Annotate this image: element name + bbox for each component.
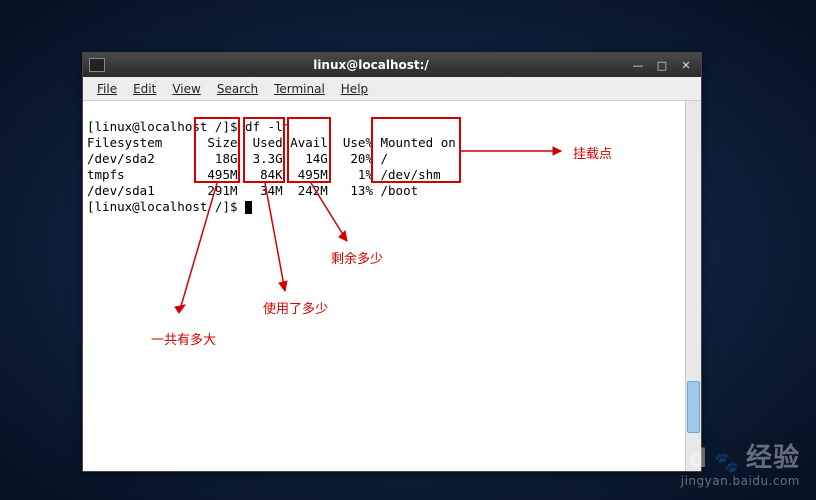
label-used: 使用了多少 <box>263 298 328 317</box>
watermark-brand: Baid <box>639 444 708 474</box>
scrollbar[interactable] <box>685 101 701 471</box>
cursor-icon <box>245 201 252 214</box>
terminal-area[interactable]: [linux@localhost /]$ df -lh Filesystem S… <box>83 101 701 471</box>
line-row2: tmpfs 495M 84K 495M 1% /dev/shm <box>87 167 441 182</box>
terminal-icon <box>89 58 105 72</box>
line-header: Filesystem Size Used Avail Use% Mounted … <box>87 135 456 150</box>
menu-view[interactable]: View <box>164 80 208 98</box>
menu-search[interactable]: Search <box>209 80 266 98</box>
line-prompt1: [linux@localhost /]$ df -lh <box>87 119 290 134</box>
menu-terminal[interactable]: Terminal <box>266 80 333 98</box>
scrollbar-thumb[interactable] <box>687 381 700 433</box>
terminal-window: linux@localhost:/ — □ ✕ File Edit View S… <box>82 52 702 472</box>
window-title: linux@localhost:/ <box>113 58 629 72</box>
line-row3: /dev/sda1 291M 34M 242M 13% /boot <box>87 183 418 198</box>
close-button[interactable]: ✕ <box>677 57 695 73</box>
watermark-url: jingyan.baidu.com <box>639 474 800 488</box>
menu-file[interactable]: File <box>89 80 125 98</box>
menu-help[interactable]: Help <box>333 80 376 98</box>
minimize-button[interactable]: — <box>629 57 647 73</box>
window-controls: — □ ✕ <box>629 57 695 73</box>
line-row1: /dev/sda2 18G 3.3G 14G 20% / <box>87 151 388 166</box>
titlebar: linux@localhost:/ — □ ✕ <box>83 53 701 77</box>
label-avail: 剩余多少 <box>331 248 383 267</box>
paw-icon: 🐾 <box>714 450 740 474</box>
menu-edit[interactable]: Edit <box>125 80 164 98</box>
label-mount: 挂载点 <box>573 143 612 162</box>
watermark-suffix: 经验 <box>746 437 800 474</box>
label-size: 一共有多大 <box>151 329 216 348</box>
maximize-button[interactable]: □ <box>653 57 671 73</box>
menubar: File Edit View Search Terminal Help <box>83 77 701 101</box>
line-prompt2: [linux@localhost /]$ <box>87 199 245 214</box>
watermark: Baid🐾经验 jingyan.baidu.com <box>639 437 800 488</box>
